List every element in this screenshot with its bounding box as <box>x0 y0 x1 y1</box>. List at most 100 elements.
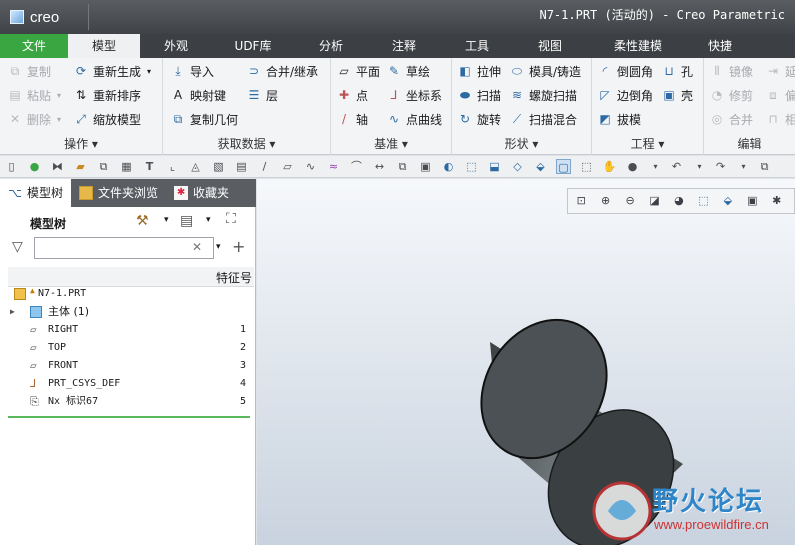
tab-annotate[interactable]: 注释 <box>368 34 440 58</box>
print-icon[interactable]: ▤ <box>234 159 249 174</box>
tab-tools[interactable]: 工具 <box>440 34 514 58</box>
add-icon[interactable]: + <box>232 237 245 256</box>
tree-row-import[interactable]: ⎘ Nx 标识67 5 <box>8 393 254 411</box>
save-icon[interactable]: ⧉ <box>96 159 111 174</box>
tree-row-top[interactable]: ▱ TOP 2 <box>8 339 254 357</box>
graphics-window[interactable]: ⊡ ⊕ ⊖ ◪ ◕ ⬚ ⬙ ▣ ✱ 野火论坛 www.proewildfire.… <box>257 179 795 545</box>
network-icon[interactable]: ⧓ <box>50 159 65 174</box>
tab-model-tree[interactable]: ⌥ 模型树 <box>0 179 72 207</box>
tree-row-csys[interactable]: ⅃ PRT_CSYS_DEF 4 <box>8 375 254 393</box>
layer-button[interactable]: ☰ 层 <box>247 84 278 106</box>
curve-button[interactable]: ∿ 点曲线 <box>387 108 442 130</box>
pan-hand-icon[interactable]: ✋ <box>602 159 617 174</box>
csys-button[interactable]: ⅃ 坐标系 <box>387 84 442 106</box>
tree-row-body[interactable]: ▶ 主体 (1) <box>8 303 254 321</box>
undo-icon[interactable]: ↶ <box>669 159 684 174</box>
appearance-icon[interactable]: ◐ <box>441 159 456 174</box>
mold-cast-button[interactable]: ⬭ 模具/铸造 <box>510 60 581 82</box>
swept-blend-button[interactable]: ⟋ 扫描混合 <box>510 108 577 130</box>
undo-dropdown-icon[interactable]: ▾ <box>692 159 707 174</box>
reorder-button[interactable]: ⇅ 重新排序 <box>74 84 141 106</box>
paste-small-icon[interactable]: ▣ <box>418 159 433 174</box>
round-button[interactable]: ◜ 倒圆角 <box>598 60 653 82</box>
select-icon[interactable]: ⬚ <box>579 159 594 174</box>
group-shape-title[interactable]: 形状 ▾ <box>452 135 591 152</box>
point-button[interactable]: ✚ 点 <box>337 84 368 106</box>
tab-folder-browser[interactable]: 文件夹浏览 <box>71 179 166 207</box>
group-engineering-title[interactable]: 工程 ▾ <box>592 135 703 152</box>
curvature-icon[interactable]: ≈ <box>326 159 341 174</box>
axis-button[interactable]: / 轴 <box>337 108 368 130</box>
expand-arrow-icon[interactable]: ▶ <box>10 303 15 321</box>
tab-flexible-modeling[interactable]: 柔性建模 <box>586 34 690 58</box>
paste-button[interactable]: ▤ 粘贴 ▾ <box>8 84 61 106</box>
extend-button[interactable]: ⇥ 延 <box>766 60 795 82</box>
chamfer-button[interactable]: ◸ 边倒角 <box>598 84 653 106</box>
group-get-data-title[interactable]: 获取数据 ▾ <box>163 135 330 152</box>
copy-geometry-button[interactable]: ⧉ 复制几何 <box>171 108 238 130</box>
refit-icon[interactable]: ⬚ <box>464 159 479 174</box>
offset-button[interactable]: ⧈ 偏 <box>766 84 795 106</box>
close-window-icon[interactable]: ⧉ <box>757 159 772 174</box>
scale-model-button[interactable]: ⤢ 缩放模型 <box>74 108 141 130</box>
sketch-button[interactable]: ✎ 草绘 <box>387 60 430 82</box>
tab-shortcut[interactable]: 快捷 <box>690 34 750 58</box>
redo-dropdown-icon[interactable]: ▾ <box>736 159 751 174</box>
measure-icon[interactable]: ◬ <box>188 159 203 174</box>
revolve-button[interactable]: ↻ 旋转 <box>458 108 501 130</box>
plane-small-icon[interactable]: ▱ <box>280 159 295 174</box>
helical-sweep-button[interactable]: ≋ 螺旋扫描 <box>510 84 577 106</box>
ruler-icon[interactable]: ⌞ <box>165 159 180 174</box>
shaded-box-icon[interactable]: ▢ <box>556 159 571 174</box>
clear-icon[interactable]: ✕ <box>192 240 202 254</box>
green-sphere-icon[interactable]: ● <box>27 159 42 174</box>
layers-icon[interactable]: ▧ <box>211 159 226 174</box>
group-operations-title[interactable]: 操作 ▾ <box>0 135 162 152</box>
arc-icon[interactable]: ⌒ <box>349 159 364 174</box>
spline-icon[interactable]: ∿ <box>303 159 318 174</box>
tab-analysis[interactable]: 分析 <box>294 34 368 58</box>
text-icon[interactable]: T <box>142 159 157 174</box>
tab-favorites[interactable]: ✱ 收藏夹 <box>166 179 237 207</box>
new-icon[interactable]: ▯ <box>4 159 19 174</box>
sphere-icon[interactable]: ● <box>625 159 640 174</box>
tree-row-right[interactable]: ▱ RIGHT 1 <box>8 321 254 339</box>
regenerate-button[interactable]: ⟳ 重新生成 ▾ <box>74 60 151 82</box>
settings-dropdown-icon[interactable]: ▾ <box>164 215 169 225</box>
delete-button[interactable]: ✕ 删除 ▾ <box>8 108 61 130</box>
merge-inherit-button[interactable]: ⊃ 合并/继承 <box>247 60 318 82</box>
copy-button[interactable]: ⧉ 复制 <box>8 60 51 82</box>
filter-dropdown-icon[interactable]: ▾ <box>216 242 221 252</box>
box-icon[interactable]: ⬙ <box>533 159 548 174</box>
tab-model[interactable]: 模型 <box>68 34 140 58</box>
search-input[interactable] <box>34 237 214 259</box>
mirror-button[interactable]: ⫴ 镜像 <box>710 60 753 82</box>
shell-button[interactable]: ▣ 壳 <box>662 84 693 106</box>
line-icon[interactable]: / <box>257 159 272 174</box>
tab-appearance[interactable]: 外观 <box>140 34 212 58</box>
feature-number-column[interactable]: 特征号 <box>216 269 252 286</box>
intersect-button[interactable]: ⊓ 相 <box>766 108 795 130</box>
trim-button[interactable]: ◔ 修剪 <box>710 84 753 106</box>
filter-display-icon[interactable]: ⛶ <box>226 211 236 227</box>
show-dropdown-icon[interactable]: ▾ <box>206 215 211 225</box>
tab-udf[interactable]: UDF库 <box>212 34 294 58</box>
shade-icon[interactable]: ⬓ <box>487 159 502 174</box>
sphere-dropdown-icon[interactable]: ▾ <box>648 159 663 174</box>
import-button[interactable]: ⤓ 导入 <box>171 60 214 82</box>
redo-icon[interactable]: ↷ <box>713 159 728 174</box>
table-icon[interactable]: ▦ <box>119 159 134 174</box>
tree-row-part[interactable]: ▲ N7-1.PRT <box>8 285 254 303</box>
merge-button[interactable]: ◎ 合并 <box>710 108 753 130</box>
open-folder-icon[interactable]: ▰ <box>73 159 88 174</box>
tab-view[interactable]: 视图 <box>514 34 586 58</box>
group-edit-title[interactable]: 编辑 <box>704 135 795 152</box>
group-datum-title[interactable]: 基准 ▾ <box>331 135 451 152</box>
tree-row-front[interactable]: ▱ FRONT 3 <box>8 357 254 375</box>
copy-small-icon[interactable]: ⧉ <box>395 159 410 174</box>
extrude-button[interactable]: ◧ 拉伸 <box>458 60 501 82</box>
plane-button[interactable]: ▱ 平面 <box>337 60 380 82</box>
insert-here-indicator[interactable] <box>8 416 250 418</box>
settings-tools-icon[interactable]: ⚒ <box>136 213 149 229</box>
mapkey-button[interactable]: A 映射键 <box>171 84 226 106</box>
